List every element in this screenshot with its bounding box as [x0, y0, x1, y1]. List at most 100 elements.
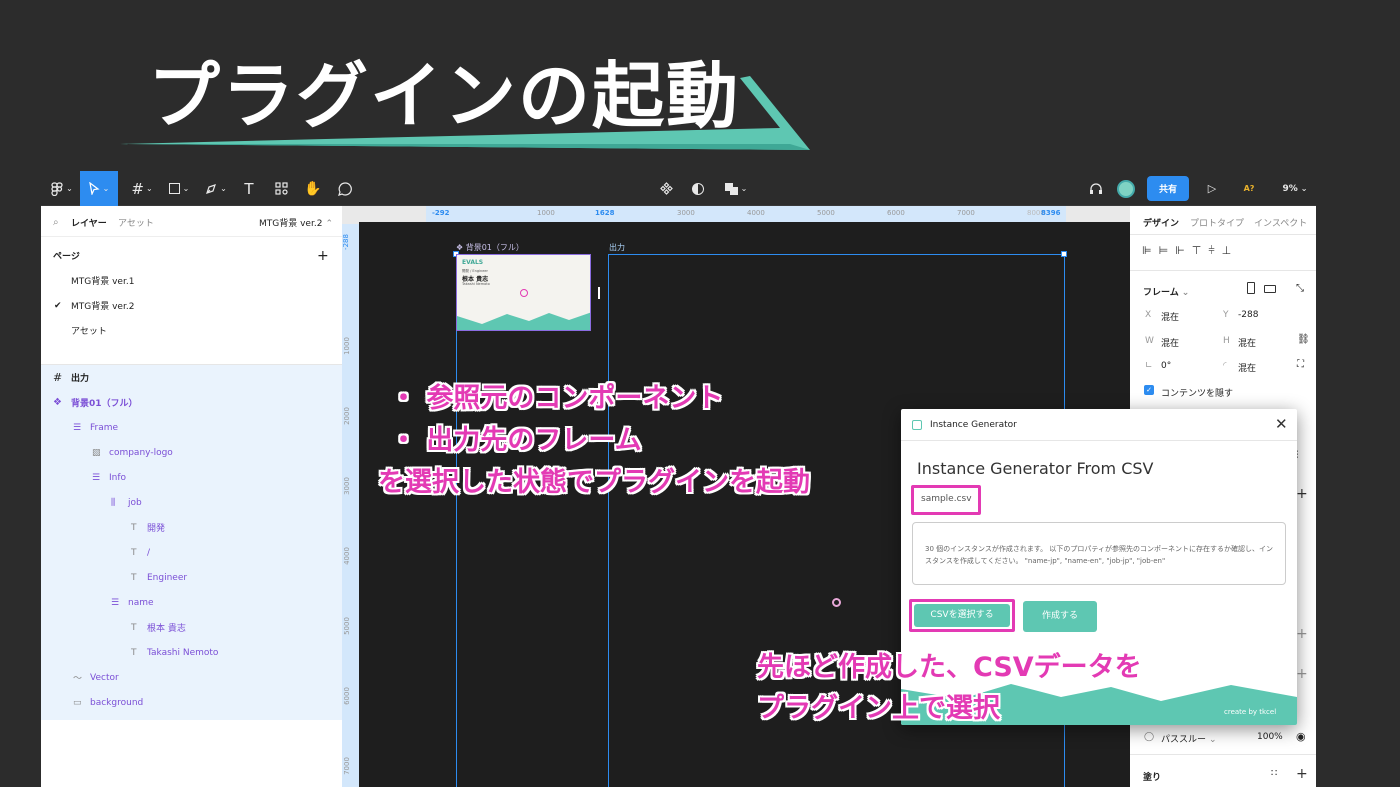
visibility-eye-icon[interactable]: ◉ — [1296, 730, 1306, 743]
select-csv-button[interactable]: CSVを選択する — [914, 604, 1010, 627]
layer-row[interactable]: ☰ Frame — [41, 415, 342, 440]
close-icon[interactable]: ✕ — [1275, 415, 1288, 433]
add-icon[interactable]: + — [1296, 486, 1308, 502]
landscape-icon[interactable] — [1264, 285, 1276, 293]
layer-row[interactable]: T Engineer — [41, 565, 342, 590]
pen-tool-button[interactable]: ⌄ — [201, 171, 231, 206]
present-button[interactable]: ▷ — [1201, 171, 1223, 206]
selection-guide — [608, 254, 609, 787]
hand-tool-button[interactable]: ✋ — [301, 171, 325, 206]
ruler-label: 3000 — [677, 209, 695, 217]
page-item-active[interactable]: ✔ MTG背景 ver.2 — [41, 293, 342, 318]
chevron-down-icon: ⌄ — [1181, 288, 1190, 298]
boolean-ops-button[interactable]: ⌄ — [719, 171, 753, 206]
ruler-label: 1000 — [342, 337, 351, 355]
frame-label-component[interactable]: ❖ 背景01（フル） — [456, 242, 524, 253]
text-icon: T — [131, 647, 137, 658]
comment-tool-button[interactable] — [333, 171, 357, 206]
frame-section-title[interactable]: フレーム ⌄ — [1143, 285, 1189, 298]
component-action-button[interactable] — [655, 171, 677, 206]
shape-tool-button[interactable]: ⌄ — [163, 171, 195, 206]
chevron-down-icon: ⌄ — [740, 184, 748, 193]
mask-button[interactable] — [687, 171, 709, 206]
file-name-box[interactable]: sample.csv — [911, 485, 981, 515]
layer-row[interactable]: T / — [41, 540, 342, 565]
tab-design[interactable]: デザイン — [1143, 216, 1179, 229]
chevron-down-icon: ⌄ — [145, 184, 153, 193]
styles-grid-icon[interactable]: ∷ — [1271, 768, 1277, 779]
figma-toolbar: ⌄ ⌄ # ⌄ ⌄ ⌄ T ✋ ⌄ 共有 ▷ A? 9% ⌄ — [41, 171, 1316, 206]
ruler-label: -292 — [432, 209, 450, 217]
rotation-input[interactable]: 0° — [1161, 361, 1171, 371]
message-box: 30 個のインスタンスが作成されます。 以下のプロパティが参照先のコンポーネント… — [912, 522, 1286, 585]
image-icon: ▧ — [92, 447, 101, 458]
add-fill-icon[interactable]: + — [1296, 766, 1308, 782]
check-icon: ✔ — [54, 300, 62, 311]
ruler-selection — [426, 206, 609, 222]
x-input[interactable]: 混在 — [1161, 310, 1179, 323]
layer-row[interactable]: ▭ background — [41, 690, 342, 715]
layer-row[interactable]: T 根本 貴志 — [41, 615, 342, 640]
constrain-proportions-icon[interactable]: ⛓ — [1297, 334, 1310, 345]
layer-row[interactable]: ☰ Info — [41, 465, 342, 490]
layer-row[interactable]: ▧ company-logo — [41, 440, 342, 465]
tab-prototype[interactable]: プロトタイプ — [1190, 216, 1244, 229]
rectangle-icon: ▭ — [73, 697, 82, 708]
ruler-label: 7000 — [342, 757, 351, 775]
independent-corners-icon[interactable]: ⛶ — [1297, 359, 1304, 370]
layer-row[interactable]: T 開発 — [41, 515, 342, 540]
text-tool-button[interactable]: T — [237, 171, 261, 206]
page-item[interactable]: アセット — [41, 318, 342, 343]
clip-content-checkbox[interactable]: ✓ — [1144, 385, 1154, 395]
ruler-label: 2000 — [342, 407, 351, 425]
share-button[interactable]: 共有 — [1147, 176, 1189, 201]
layer-row[interactable]: ⫼ job — [41, 490, 342, 515]
ruler-label: 8396 — [1041, 209, 1061, 217]
main-menu-button[interactable]: ⌄ — [47, 171, 77, 206]
zoom-menu[interactable]: 9% ⌄ — [1277, 171, 1313, 206]
opacity-input[interactable]: 100% — [1257, 732, 1283, 742]
layer-label: Takashi Nemoto — [147, 647, 219, 658]
frame-tool-button[interactable]: # ⌄ — [127, 171, 157, 206]
blend-mode-select[interactable]: パススルー ⌄ — [1161, 732, 1217, 745]
layer-row[interactable]: 〜 Vector — [41, 665, 342, 690]
tab-assets[interactable]: アセット — [118, 216, 154, 229]
add-page-icon[interactable]: + — [317, 248, 329, 264]
audio-button[interactable] — [1085, 171, 1107, 206]
user-avatar[interactable] — [1115, 171, 1137, 206]
layer-row[interactable]: ☰ name — [41, 590, 342, 615]
component-icon — [659, 182, 673, 195]
add-icon[interactable]: + — [1296, 666, 1308, 682]
page-item[interactable]: MTG背景 ver.1 — [41, 268, 342, 293]
tab-layers[interactable]: レイヤー — [71, 216, 107, 229]
layer-row[interactable]: # 出力 — [41, 365, 342, 390]
create-button[interactable]: 作成する — [1023, 601, 1097, 632]
missing-fonts-badge[interactable]: A? — [1237, 171, 1261, 206]
move-tool-button[interactable]: ⌄ — [80, 171, 118, 206]
layer-label: Engineer — [147, 572, 188, 583]
w-input[interactable]: 混在 — [1161, 336, 1179, 349]
ruler-label: -288 — [341, 234, 350, 250]
resources-button[interactable] — [269, 171, 293, 206]
add-icon[interactable]: + — [1296, 626, 1308, 642]
company-logo: EVALS — [462, 259, 484, 266]
business-card-component[interactable]: EVALS 開発 / Engineer 根本 貴志 Takashi Nemoto — [456, 254, 591, 331]
layer-label: Vector — [90, 672, 119, 683]
play-icon: ▷ — [1207, 182, 1217, 195]
x-label: X — [1145, 310, 1152, 320]
portrait-icon[interactable] — [1247, 282, 1255, 294]
layer-row[interactable]: T Takashi Nemoto — [41, 640, 342, 665]
tab-inspect[interactable]: インスペクト — [1254, 216, 1307, 229]
h-input[interactable]: 混在 — [1238, 336, 1256, 349]
align-tools[interactable]: ⊫⊨⊩⊤⫩⊥ — [1142, 244, 1238, 258]
resize-to-fit-icon[interactable]: ⤡ — [1296, 283, 1304, 294]
resize-handle[interactable] — [1061, 251, 1067, 257]
frame-label-output[interactable]: 出力 — [609, 242, 625, 253]
search-icon[interactable]: ⌕ — [53, 217, 59, 228]
chevron-down-icon: ⌄ — [220, 184, 227, 193]
y-input[interactable]: -288 — [1238, 310, 1258, 320]
page-switcher[interactable]: MTG背景 ver.2 ⌃ — [259, 216, 333, 229]
layer-row[interactable]: ❖ 背景01（フル） — [41, 390, 342, 415]
fill-section-title: 塗り — [1143, 773, 1162, 783]
radius-input[interactable]: 混在 — [1238, 361, 1256, 374]
